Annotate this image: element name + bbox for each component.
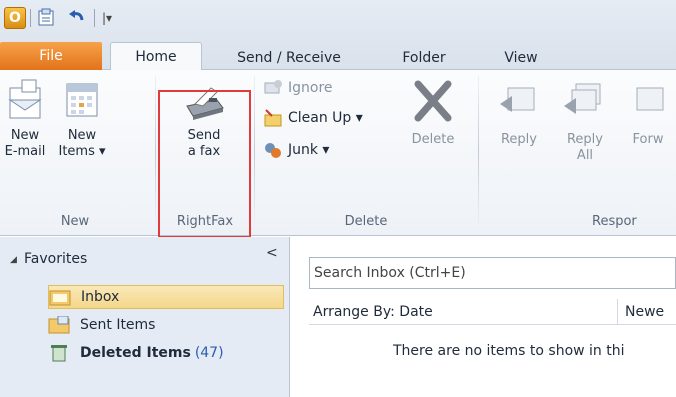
group-label-delete: Delete bbox=[344, 213, 388, 229]
group-separator bbox=[254, 76, 255, 228]
folder-sent-items[interactable]: Sent Items bbox=[48, 313, 155, 337]
clean-up-icon bbox=[264, 109, 282, 127]
arrange-separator bbox=[617, 299, 618, 325]
favorites-header[interactable]: Favorites bbox=[24, 251, 87, 267]
folder-inbox-label: Inbox bbox=[81, 289, 120, 305]
folder-inbox[interactable]: Inbox bbox=[48, 285, 284, 309]
customize-qat-button[interactable]: |▾ bbox=[100, 7, 114, 29]
folder-deleted-items-label: Deleted Items bbox=[80, 345, 191, 361]
junk-icon bbox=[265, 143, 281, 158]
new-email-label: New E-mail bbox=[4, 128, 46, 159]
clean-up-label: Clean Up ▾ bbox=[288, 110, 363, 126]
folder-sent-items-label: Sent Items bbox=[80, 317, 156, 333]
customize-qat-glyph: |▾ bbox=[101, 11, 113, 25]
new-items-label: New Items ▾ bbox=[58, 128, 106, 159]
new-items-button[interactable]: New Items ▾ bbox=[56, 74, 108, 160]
junk-label: Junk ▾ bbox=[288, 142, 330, 158]
qat-separator bbox=[94, 9, 95, 27]
delete-label: Delete bbox=[411, 132, 455, 147]
ignore-icon bbox=[264, 80, 282, 94]
favorites-collapse-triangle-icon[interactable]: ◢ bbox=[10, 255, 17, 265]
search-placeholder: Search Inbox (Ctrl+E) bbox=[314, 265, 466, 281]
reply-icon bbox=[500, 87, 535, 112]
navigation-pane: ◢ Favorites < Inbox Sent Items Deleted I… bbox=[0, 237, 290, 397]
inbox-folder-icon bbox=[49, 290, 71, 306]
delete-button[interactable]: Delete bbox=[398, 74, 468, 148]
junk-button[interactable]: Junk ▾ bbox=[262, 138, 329, 162]
tab-home[interactable]: Home bbox=[110, 42, 202, 71]
sort-order-button[interactable]: Newe bbox=[625, 299, 664, 325]
minimize-pane-button[interactable]: < bbox=[266, 245, 278, 261]
arrange-by-label: Arrange By: Date bbox=[313, 303, 433, 320]
forward-label: Forw bbox=[632, 132, 664, 147]
outlook-logo-icon[interactable]: O bbox=[4, 7, 26, 29]
sent-items-folder-icon bbox=[48, 316, 70, 334]
quick-access-toolbar: O |▾ bbox=[0, 0, 676, 36]
empty-list-message: There are no items to show in thi bbox=[393, 343, 625, 359]
reply-button[interactable]: Reply bbox=[488, 74, 550, 148]
deleted-items-trash-icon bbox=[51, 345, 67, 362]
tab-file[interactable]: File bbox=[0, 42, 102, 70]
tab-send-receive[interactable]: Send / Receive bbox=[214, 45, 364, 70]
delete-x-icon bbox=[414, 80, 452, 122]
arrange-by-header[interactable]: Arrange By: Date bbox=[309, 299, 676, 325]
calendar-icon bbox=[66, 83, 98, 117]
group-separator bbox=[155, 76, 156, 228]
tab-folder[interactable]: Folder bbox=[384, 45, 464, 70]
group-separator bbox=[478, 76, 479, 228]
reply-label: Reply bbox=[500, 132, 537, 147]
new-email-button[interactable]: New E-mail bbox=[0, 74, 50, 160]
ignore-button[interactable]: Ignore bbox=[262, 76, 333, 100]
reply-all-button[interactable]: Reply All bbox=[556, 74, 614, 164]
new-email-icon bbox=[8, 79, 42, 119]
forward-icon bbox=[636, 87, 664, 111]
group-label-new: New bbox=[60, 213, 90, 229]
mail-list-pane: Search Inbox (Ctrl+E) Arrange By: Date N… bbox=[291, 237, 676, 397]
folder-deleted-items[interactable]: Deleted Items (47) bbox=[48, 341, 224, 365]
tab-view[interactable]: View bbox=[486, 45, 556, 70]
ribbon: New E-mail New Items ▾ New Send a fax Ri… bbox=[0, 70, 676, 236]
clean-up-button[interactable]: Clean Up ▾ bbox=[262, 106, 363, 130]
reply-all-label: Reply All bbox=[566, 132, 603, 163]
search-input[interactable]: Search Inbox (Ctrl+E) bbox=[309, 257, 676, 289]
ribbon-tabs: File Home Send / Receive Folder View bbox=[0, 36, 676, 71]
send-receive-all-icon[interactable] bbox=[36, 7, 58, 29]
rightfax-highlight-box bbox=[158, 90, 251, 238]
group-label-respond: Respor bbox=[592, 213, 637, 229]
deleted-items-count: (47) bbox=[194, 345, 224, 361]
qat-separator bbox=[30, 9, 31, 27]
ignore-label: Ignore bbox=[288, 80, 333, 96]
undo-icon[interactable] bbox=[66, 7, 88, 29]
reply-all-icon bbox=[564, 83, 601, 114]
forward-button[interactable]: Forw bbox=[620, 74, 676, 148]
outlook-logo-letter: O bbox=[9, 10, 21, 26]
